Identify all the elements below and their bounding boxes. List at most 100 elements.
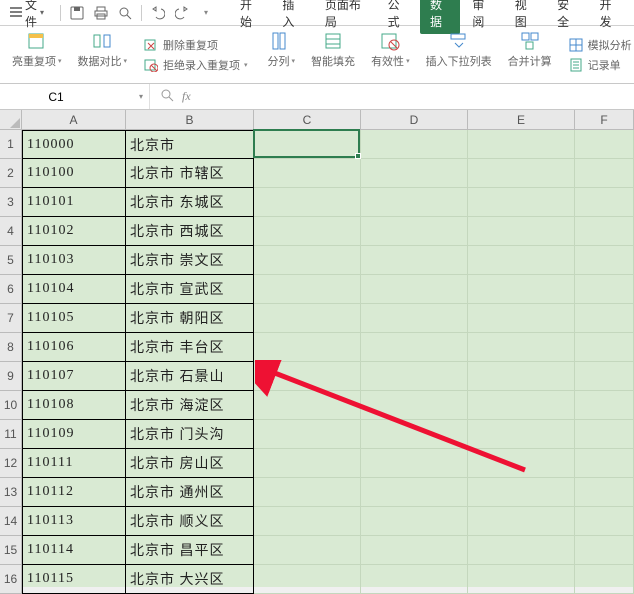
column-header[interactable]: D [361, 110, 468, 130]
cell[interactable] [468, 130, 575, 159]
cell[interactable] [361, 362, 468, 391]
delete-duplicates-button[interactable]: 删除重复项 [141, 36, 220, 54]
cell[interactable] [468, 304, 575, 333]
row-header[interactable]: 14 [0, 507, 22, 536]
cell[interactable] [575, 217, 634, 246]
cell[interactable]: 110115 [22, 565, 126, 594]
record-form-button[interactable]: 记录单 [566, 56, 623, 74]
cell[interactable] [468, 275, 575, 304]
cell[interactable] [575, 478, 634, 507]
insert-dropdown-button[interactable]: 插入下拉列表 [424, 28, 494, 71]
highlight-duplicates-button[interactable]: 亮重复项▾ [10, 28, 64, 71]
cell[interactable]: 110108 [22, 391, 126, 420]
cell[interactable] [575, 130, 634, 159]
cell[interactable] [468, 246, 575, 275]
cell[interactable] [254, 275, 361, 304]
cell[interactable]: 110105 [22, 304, 126, 333]
cell[interactable]: 北京市 丰台区 [126, 333, 254, 362]
cell[interactable]: 北京市 市辖区 [126, 159, 254, 188]
preview-icon[interactable] [115, 3, 135, 23]
smart-fill-button[interactable]: 智能填充 [309, 28, 357, 71]
name-box-input[interactable] [6, 90, 106, 104]
row-header[interactable]: 5 [0, 246, 22, 275]
chevron-down-icon[interactable]: ▾ [139, 92, 143, 101]
cell[interactable] [361, 507, 468, 536]
row-header[interactable]: 7 [0, 304, 22, 333]
consolidate-button[interactable]: 合并计算 [506, 28, 554, 71]
cell[interactable] [361, 188, 468, 217]
cell[interactable] [468, 362, 575, 391]
cell[interactable]: 110112 [22, 478, 126, 507]
cell[interactable] [361, 246, 468, 275]
cell[interactable] [361, 420, 468, 449]
cell[interactable] [361, 159, 468, 188]
save-icon[interactable] [67, 3, 87, 23]
cell[interactable] [254, 304, 361, 333]
row-header[interactable]: 12 [0, 449, 22, 478]
cell[interactable] [575, 391, 634, 420]
column-header[interactable]: F [575, 110, 634, 130]
cell[interactable]: 110114 [22, 536, 126, 565]
cell[interactable]: 110107 [22, 362, 126, 391]
cell[interactable] [254, 217, 361, 246]
cell[interactable] [254, 130, 361, 159]
row-header[interactable]: 10 [0, 391, 22, 420]
cell[interactable]: 北京市 房山区 [126, 449, 254, 478]
cell[interactable]: 110000 [22, 130, 126, 159]
cell[interactable]: 北京市 海淀区 [126, 391, 254, 420]
file-menu[interactable]: 文件 ▾ [4, 0, 50, 32]
cell[interactable]: 北京市 石景山 [126, 362, 254, 391]
cell[interactable] [361, 275, 468, 304]
column-header[interactable]: B [126, 110, 254, 130]
cell[interactable] [254, 333, 361, 362]
cell[interactable] [468, 478, 575, 507]
cell[interactable] [468, 217, 575, 246]
cell[interactable] [361, 130, 468, 159]
cell[interactable]: 110109 [22, 420, 126, 449]
cell[interactable] [575, 159, 634, 188]
cell[interactable]: 110103 [22, 246, 126, 275]
cell[interactable] [254, 188, 361, 217]
cell[interactable] [361, 304, 468, 333]
row-header[interactable]: 16 [0, 565, 22, 594]
row-header[interactable]: 2 [0, 159, 22, 188]
cell[interactable]: 北京市 顺义区 [126, 507, 254, 536]
cell[interactable]: 北京市 朝阳区 [126, 304, 254, 333]
row-header[interactable]: 9 [0, 362, 22, 391]
cell[interactable] [254, 420, 361, 449]
row-header[interactable]: 8 [0, 333, 22, 362]
text-to-columns-button[interactable]: 分列▾ [266, 28, 298, 71]
cell[interactable] [575, 304, 634, 333]
undo-icon[interactable] [148, 3, 168, 23]
cell[interactable]: 北京市 大兴区 [126, 565, 254, 594]
cell[interactable] [468, 333, 575, 362]
cell[interactable] [468, 391, 575, 420]
cell[interactable] [254, 391, 361, 420]
row-header[interactable]: 1 [0, 130, 22, 159]
cell[interactable]: 北京市 门头沟 [126, 420, 254, 449]
cell[interactable]: 北京市 崇文区 [126, 246, 254, 275]
reject-duplicates-button[interactable]: 拒绝录入重复项▾ [141, 56, 250, 74]
print-icon[interactable] [91, 3, 111, 23]
fx-cancel-icon[interactable] [160, 88, 174, 105]
cell[interactable] [468, 536, 575, 565]
cell[interactable] [468, 420, 575, 449]
row-header[interactable]: 4 [0, 217, 22, 246]
cell[interactable] [254, 507, 361, 536]
cell[interactable]: 110111 [22, 449, 126, 478]
cell[interactable]: 110100 [22, 159, 126, 188]
cell[interactable]: 北京市 西城区 [126, 217, 254, 246]
cell[interactable] [575, 275, 634, 304]
cell[interactable] [575, 507, 634, 536]
cell[interactable]: 北京市 东城区 [126, 188, 254, 217]
redo-icon[interactable] [172, 3, 192, 23]
cell[interactable] [361, 536, 468, 565]
cell[interactable] [575, 333, 634, 362]
cell[interactable]: 北京市 宣武区 [126, 275, 254, 304]
cell[interactable]: 北京市 昌平区 [126, 536, 254, 565]
row-header[interactable]: 3 [0, 188, 22, 217]
fx-icon[interactable]: fx [182, 89, 191, 104]
data-validation-button[interactable]: 有效性▾ [369, 28, 412, 71]
cell[interactable]: 110102 [22, 217, 126, 246]
cell[interactable] [575, 246, 634, 275]
